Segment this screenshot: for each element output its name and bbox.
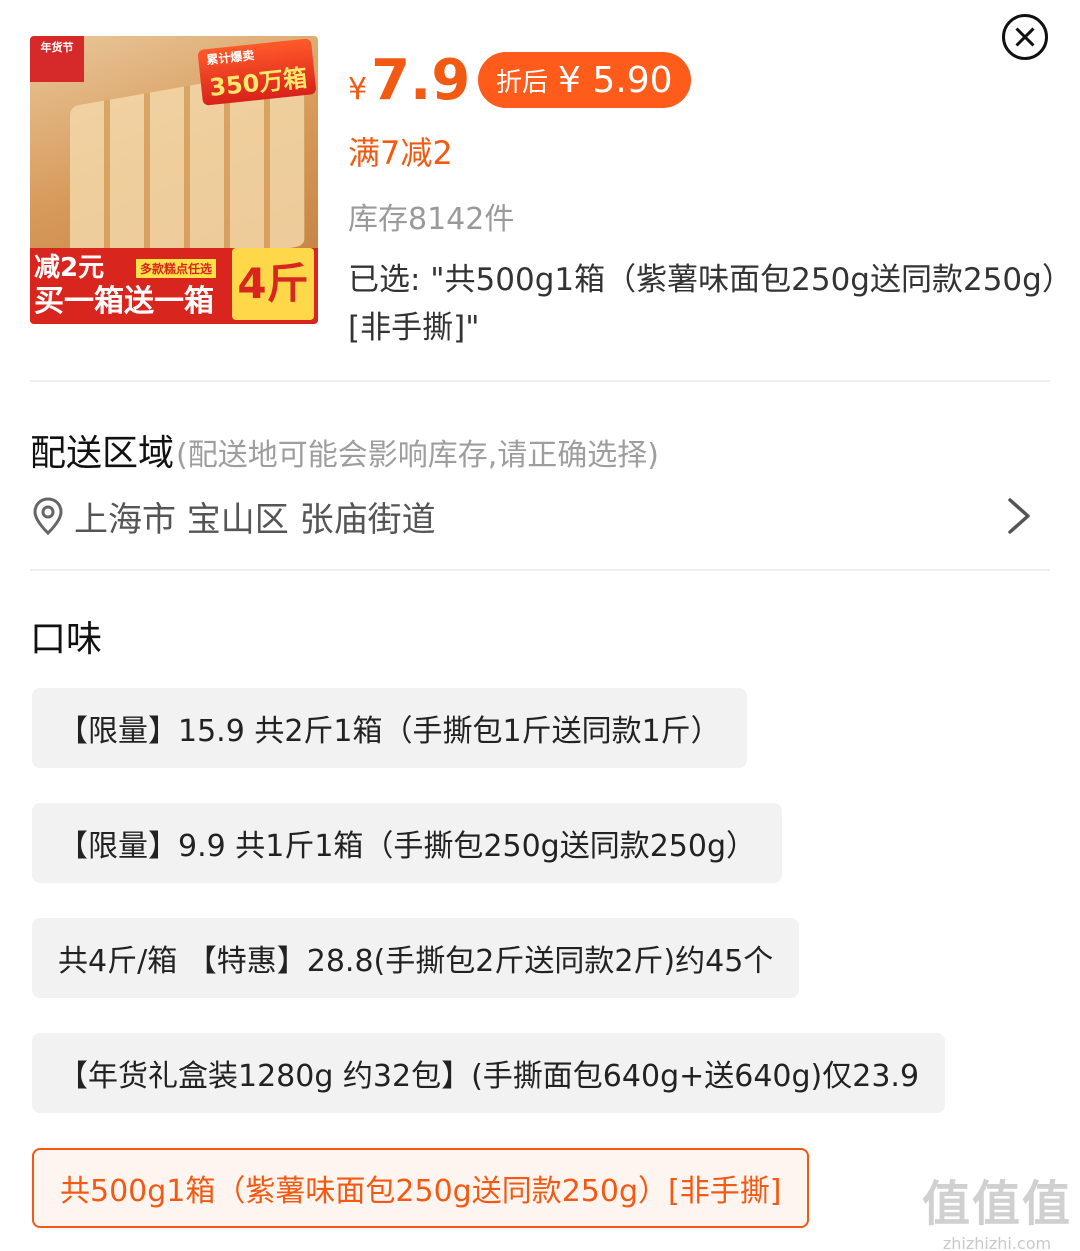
- image-corner-badge: 年货节: [30, 36, 84, 82]
- watermark-logo: 值值值: [921, 1176, 1072, 1232]
- delivery-hint: (配送地可能会影响库存,请正确选择): [176, 438, 659, 473]
- flavor-option[interactable]: 共4斤/箱 【特惠】28.8(手撕包2斤送同款2斤)约45个: [32, 918, 800, 998]
- divider: [30, 380, 1050, 382]
- delivery-section-title: 配送区域 (配送地可能会影响库存,请正确选择): [30, 424, 659, 476]
- flavor-title: 口味: [30, 619, 103, 660]
- promo-text: 满7减2: [348, 134, 453, 172]
- chevron-right-icon: [1008, 498, 1030, 534]
- image-strip-line2: 买一箱送一箱: [34, 284, 214, 319]
- discount-label: 折后: [496, 67, 549, 98]
- discount-badge: 折后 ¥ 5.90: [478, 52, 691, 108]
- flavor-option[interactable]: 【年货礼盒装1280g 约32包】(手撕面包640g+送640g)仅23.9: [32, 1033, 946, 1113]
- price-value: 7.9: [371, 48, 471, 113]
- delivery-address: 上海市 宝山区 张庙街道: [74, 499, 436, 540]
- image-strip-weight: 4斤: [232, 248, 314, 320]
- flavor-option[interactable]: 【限量】9.9 共1斤1箱（手撕包250g送同款250g）: [32, 803, 783, 883]
- watermark-url: zhizhizhi.com: [942, 1234, 1052, 1251]
- flavor-option[interactable]: 【限量】15.9 共2斤1箱（手撕包1斤送同款1斤）: [32, 688, 747, 768]
- watermark: 值值值 zhizhizhi.com: [922, 1164, 1072, 1251]
- discount-price: ¥ 5.90: [558, 59, 673, 101]
- price: ¥ 7.9: [348, 48, 470, 113]
- image-sales-banner-small: 累计爆卖: [205, 48, 255, 68]
- product-image[interactable]: 年货节 累计爆卖 350万箱 减2元 多款糕点任选 买一箱送一箱 4斤: [30, 36, 318, 324]
- delivery-title: 配送区域: [30, 433, 175, 474]
- close-icon[interactable]: [1002, 14, 1048, 60]
- flavor-option-selected[interactable]: 共500g1箱（紫薯味面包250g送同款250g）[非手撕]: [32, 1148, 810, 1228]
- image-sales-banner-text: 350万箱: [207, 63, 309, 102]
- image-sales-banner: 累计爆卖 350万箱: [197, 38, 317, 106]
- divider: [30, 569, 1050, 571]
- price-currency: ¥: [348, 72, 368, 107]
- location-pin-icon: [33, 497, 63, 536]
- selected-spec: 已选: "共500g1箱（紫薯味面包250g送同款250g）[非手撕]": [348, 262, 1058, 346]
- stock-text: 库存8142件: [348, 202, 515, 237]
- delivery-address-row[interactable]: 上海市 宝山区 张庙街道: [30, 486, 1050, 546]
